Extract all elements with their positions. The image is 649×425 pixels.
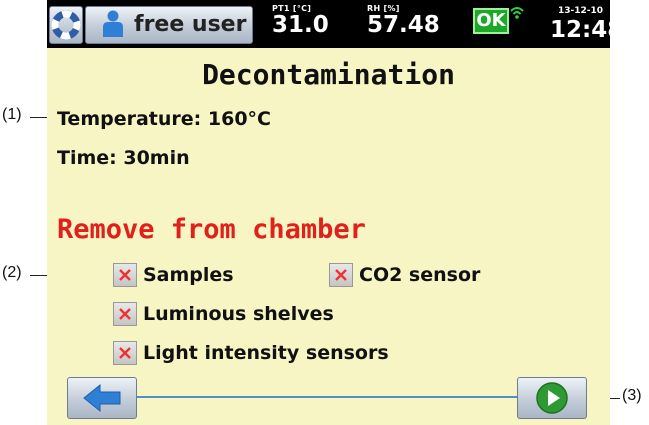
checklist-item-luminous-shelves[interactable]: Luminous shelves: [113, 302, 334, 326]
callout-1: (1): [2, 106, 22, 123]
clock-display: 12:48: [550, 17, 610, 43]
user-label: free user: [134, 12, 247, 37]
checklist-item-light-intensity-sensors[interactable]: Light intensity sensors: [113, 341, 389, 365]
temperature-info: Temperature: 160°C: [57, 108, 271, 130]
rh-readout: RH [%] 57.48: [367, 4, 440, 37]
menu-button[interactable]: [49, 6, 83, 44]
checklist-item-samples[interactable]: Samples: [113, 263, 234, 287]
status-bar: free user PT1 [°C] 31.0 RH [%] 57.48 OK …: [47, 0, 610, 48]
cross-icon: [113, 302, 137, 326]
status-badge: OK: [473, 8, 509, 34]
play-icon: [536, 382, 568, 414]
callout-2: (2): [2, 264, 22, 281]
date-display: 13-12-10: [558, 6, 604, 16]
user-icon: [103, 10, 123, 37]
cross-icon: [113, 263, 137, 287]
play-next-button[interactable]: [517, 377, 587, 419]
checklist-item-label: Samples: [143, 264, 234, 286]
user-button[interactable]: free user: [85, 6, 253, 44]
back-button[interactable]: [67, 377, 137, 419]
pt1-readout: PT1 [°C] 31.0: [272, 4, 329, 37]
device-screen: free user PT1 [°C] 31.0 RH [%] 57.48 OK …: [47, 0, 610, 425]
wifi-icon: [510, 7, 524, 19]
checklist-item-co2-sensor[interactable]: CO2 sensor: [329, 263, 480, 287]
checklist-item-label: Luminous shelves: [143, 303, 334, 325]
checklist-item-label: Light intensity sensors: [143, 342, 389, 364]
lifebuoy-icon: [51, 10, 81, 40]
pt1-value: 31.0: [272, 12, 329, 38]
checklist-item-label: CO2 sensor: [359, 264, 481, 286]
page-title: Decontamination: [202, 58, 455, 91]
cross-icon: [329, 263, 353, 287]
remove-warning-title: Remove from chamber: [57, 214, 366, 245]
duration-info: Time: 30min: [57, 147, 190, 169]
arrow-left-icon: [83, 383, 121, 413]
callout-3: (3): [622, 387, 642, 404]
nav-divider: [137, 396, 517, 398]
rh-value: 57.48: [367, 12, 440, 38]
cross-icon: [113, 341, 137, 365]
